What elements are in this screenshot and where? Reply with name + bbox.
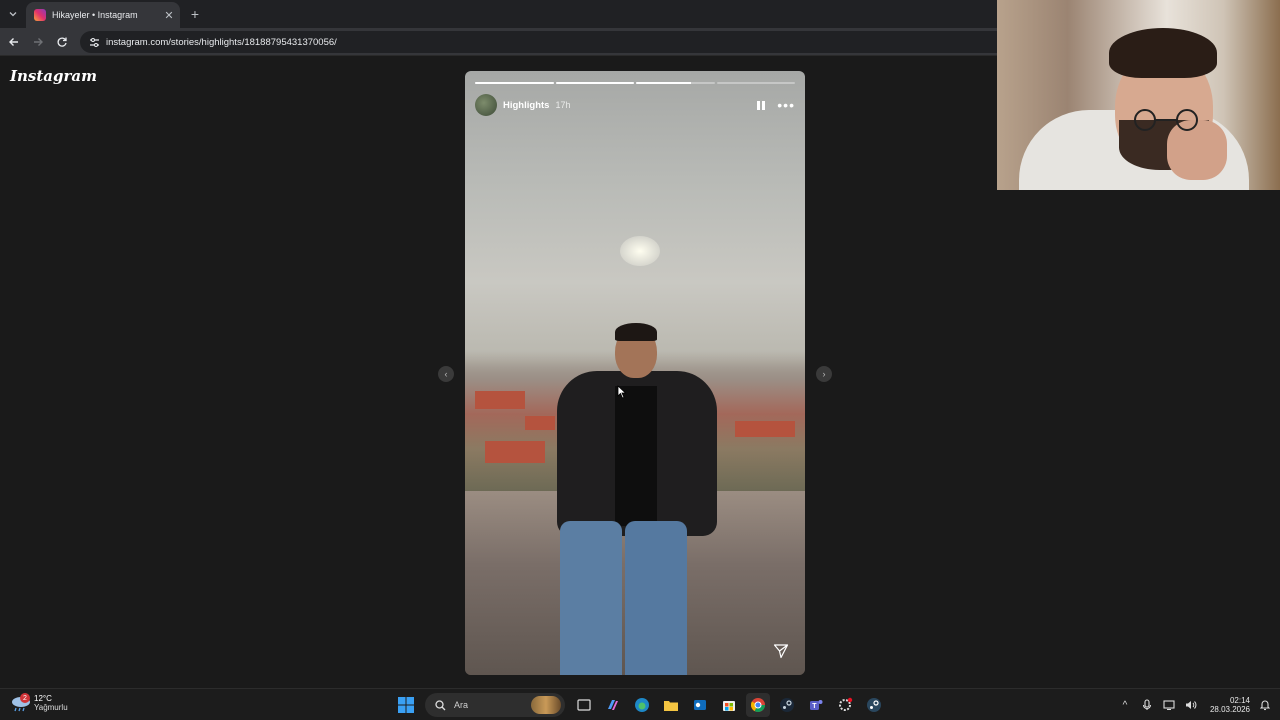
close-icon[interactable]: ✕ — [162, 8, 176, 22]
reload-icon — [57, 37, 67, 47]
steam-alt-icon[interactable] — [862, 693, 886, 717]
tab-search-button[interactable] — [4, 5, 22, 23]
story-progress-segment — [475, 82, 554, 84]
notification-badge: 2 — [20, 693, 30, 703]
gear-app-icon[interactable] — [833, 693, 857, 717]
weather-temperature: 12°C — [34, 694, 52, 703]
arrow-left-icon — [9, 38, 18, 46]
weather-widget[interactable]: 2 12°C Yağmurlu — [10, 693, 68, 713]
notification-bell-icon[interactable] — [1258, 698, 1272, 712]
taskbar-apps: Ara T — [394, 693, 886, 717]
teams-icon[interactable]: T — [804, 693, 828, 717]
story-progress-segment — [716, 82, 795, 84]
story-viewer[interactable]: Highlights 17h ••• — [465, 71, 805, 675]
site-info-icon[interactable] — [88, 36, 100, 48]
weather-description: Yağmurlu — [34, 703, 68, 712]
taskbar-search[interactable]: Ara — [425, 693, 565, 717]
instagram-icon — [34, 9, 46, 21]
system-clock[interactable]: 02:14 28.03.2026 — [1210, 696, 1250, 714]
story-progress-segment — [555, 82, 634, 84]
webcam-overlay — [997, 0, 1280, 190]
clock-date: 28.03.2026 — [1209, 705, 1250, 714]
share-button[interactable] — [771, 641, 791, 661]
pause-icon — [757, 100, 761, 110]
steam-icon[interactable] — [775, 693, 799, 717]
tab-title: Hikayeler • Instagram — [52, 10, 138, 20]
system-tray: ^ 02:14 28.03.2026 — [1118, 693, 1272, 717]
story-header: Highlights 17h ••• — [475, 94, 795, 116]
avatar[interactable] — [475, 94, 497, 116]
instagram-logo[interactable]: Instagram — [10, 67, 97, 85]
outlook-icon[interactable] — [688, 693, 712, 717]
story-photo-sun — [620, 236, 660, 266]
story-timestamp: 17h — [555, 100, 571, 110]
chevron-down-icon — [9, 12, 17, 17]
reload-button[interactable] — [54, 34, 70, 50]
chevron-up-icon[interactable]: ^ — [1118, 698, 1132, 712]
next-story-button[interactable]: › — [816, 366, 832, 382]
search-icon — [435, 699, 446, 710]
arrow-right-icon — [34, 38, 43, 46]
file-explorer-icon[interactable] — [659, 693, 683, 717]
copilot-icon[interactable] — [601, 693, 625, 717]
rain-cloud-icon: 2 — [10, 693, 32, 713]
story-progress-segment — [636, 82, 715, 84]
clock-time: 02:14 — [1229, 696, 1250, 705]
send-icon — [773, 644, 789, 659]
search-highlight-image — [531, 696, 561, 714]
browser-tab-active[interactable]: Hikayeler • Instagram ✕ — [26, 2, 180, 28]
pause-button[interactable] — [755, 98, 767, 112]
previous-story-button[interactable]: ‹ — [438, 366, 454, 382]
network-icon[interactable] — [1162, 698, 1176, 712]
microsoft-store-icon[interactable] — [717, 693, 741, 717]
task-view-icon[interactable] — [572, 693, 596, 717]
forward-button[interactable] — [30, 34, 46, 50]
new-tab-button[interactable]: + — [186, 5, 204, 23]
chrome-icon[interactable] — [746, 693, 770, 717]
more-options-icon[interactable]: ••• — [777, 98, 795, 112]
windows-start-icon[interactable] — [394, 693, 418, 717]
glasses-icon — [1134, 109, 1198, 131]
mouse-cursor-icon — [617, 385, 627, 399]
story-progress-fill — [475, 82, 554, 84]
search-placeholder: Ara — [454, 700, 469, 710]
microphone-icon[interactable] — [1140, 698, 1154, 712]
svg-text:T: T — [812, 703, 817, 710]
story-progress-fill — [555, 82, 634, 84]
story-username[interactable]: Highlights — [503, 100, 549, 111]
windows-taskbar: 2 12°C Yağmurlu Ara T ^ 02:14 28.03.2026 — [0, 688, 1280, 720]
volume-icon[interactable] — [1184, 698, 1198, 712]
edge-icon[interactable] — [630, 693, 654, 717]
story-progress-fill — [636, 82, 691, 84]
story-progress-bar — [475, 82, 795, 84]
url-text: instagram.com/stories/highlights/1818879… — [106, 36, 337, 48]
back-button[interactable] — [6, 34, 22, 50]
